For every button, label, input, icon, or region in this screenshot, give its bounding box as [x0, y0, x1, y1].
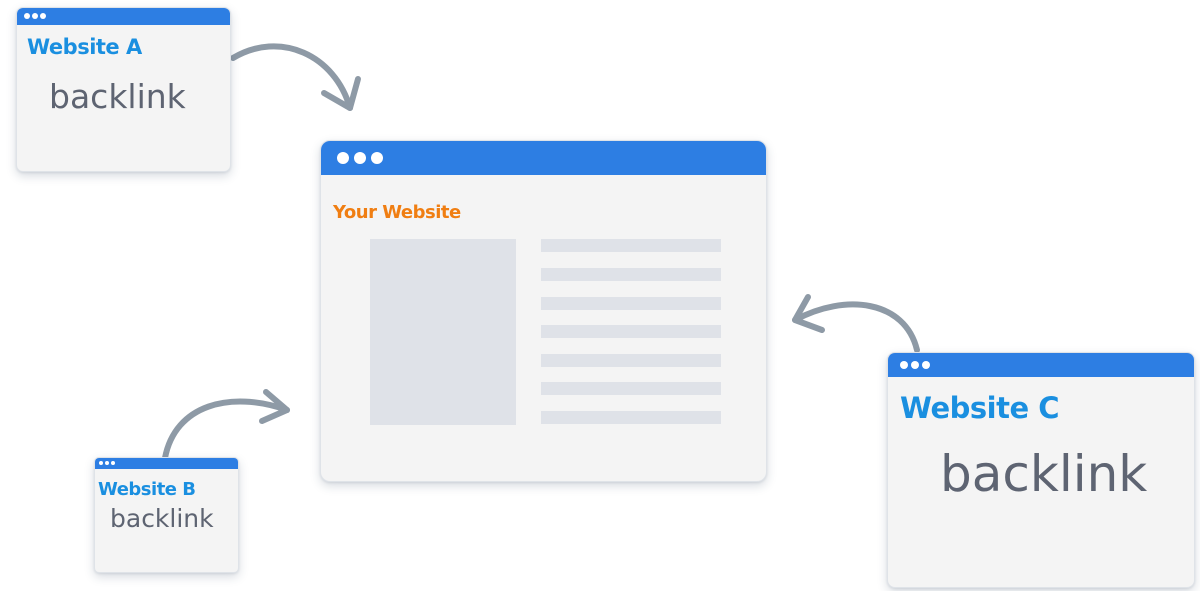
text-line-placeholder: [541, 297, 721, 310]
window-dot-icon: [24, 13, 30, 19]
window-dot-icon: [40, 13, 46, 19]
your-website-window: Your Website: [320, 140, 767, 482]
your-website-title: Your Website: [333, 202, 461, 223]
window-dot-icon: [911, 361, 919, 369]
website-a-backlink-label: backlink: [49, 77, 186, 116]
text-line-placeholder: [541, 239, 721, 252]
window-dot-icon: [111, 461, 115, 465]
window-dot-icon: [900, 361, 908, 369]
website-c-titlebar: [888, 353, 1194, 377]
image-placeholder: [370, 239, 516, 425]
website-a-titlebar: [17, 8, 230, 25]
text-line-placeholder: [541, 382, 721, 395]
window-dot-icon: [922, 361, 930, 369]
website-c-backlink-label: backlink: [940, 445, 1148, 503]
text-line-placeholder: [541, 411, 721, 424]
your-website-titlebar: [321, 141, 766, 175]
window-dot-icon: [105, 461, 109, 465]
website-a-window: Website A backlink: [16, 7, 231, 172]
window-dot-icon: [99, 461, 103, 465]
website-c-window: Website C backlink: [887, 352, 1195, 588]
window-dot-icon: [32, 13, 38, 19]
window-dot-icon: [354, 152, 366, 164]
text-line-placeholder: [541, 354, 721, 367]
window-dot-icon: [337, 152, 349, 164]
text-line-placeholder: [541, 325, 721, 338]
website-a-title: Website A: [27, 35, 142, 59]
arrow-b-to-main: [162, 398, 290, 461]
website-b-backlink-label: backlink: [110, 504, 214, 533]
website-b-title: Website B: [98, 479, 196, 500]
window-dot-icon: [371, 152, 383, 164]
website-b-titlebar: [95, 458, 238, 469]
website-c-title: Website C: [900, 391, 1060, 425]
text-line-placeholder: [541, 268, 721, 281]
website-b-window: Website B backlink: [94, 457, 239, 573]
